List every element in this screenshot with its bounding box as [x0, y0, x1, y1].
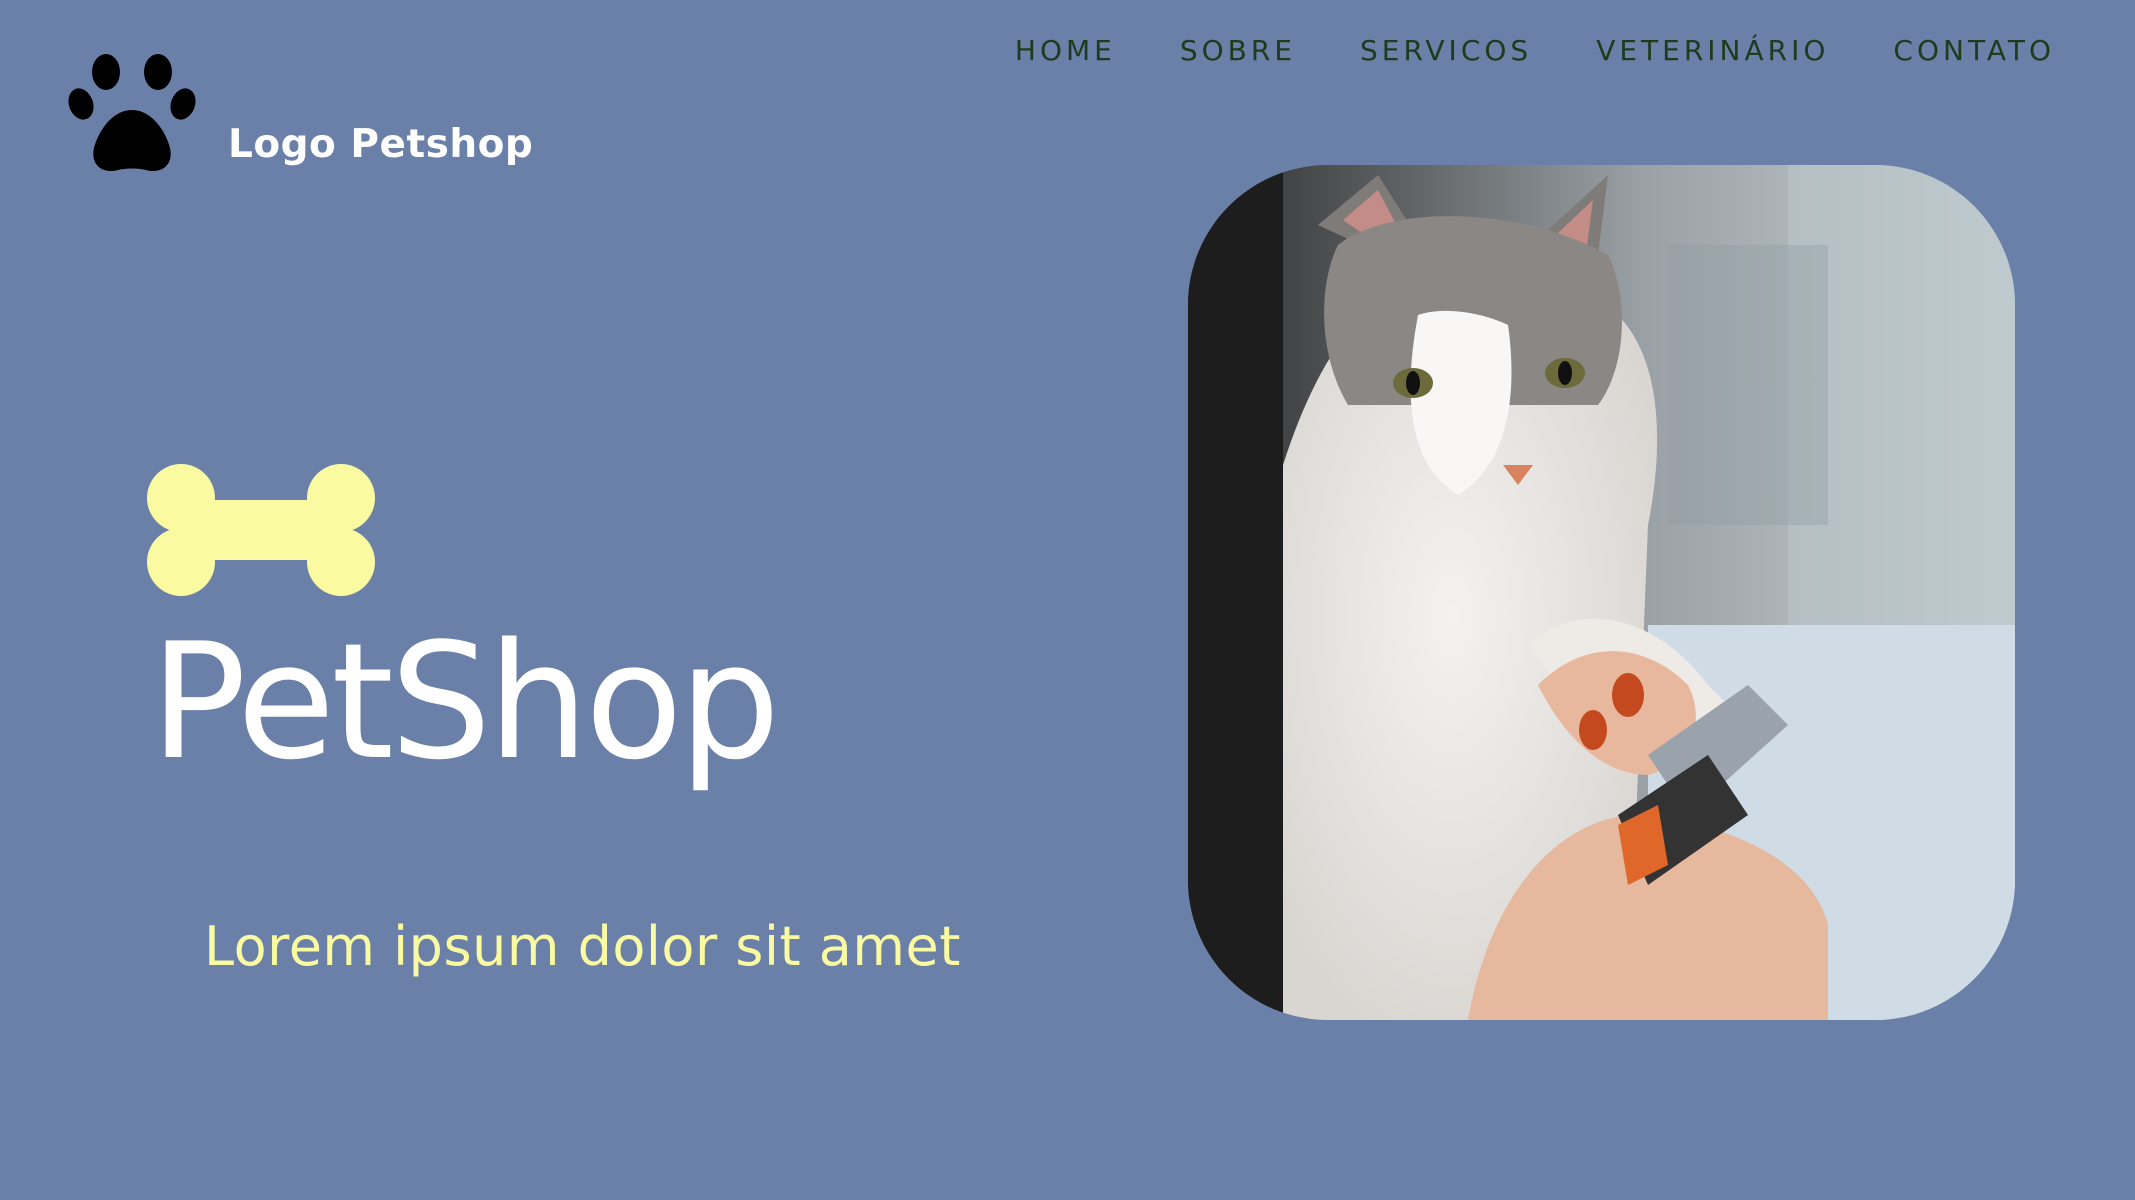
nav-veterinario[interactable]: VETERINÁRIO: [1596, 34, 1829, 67]
nav-home[interactable]: HOME: [1015, 34, 1116, 67]
nav-sobre[interactable]: SOBRE: [1180, 34, 1296, 67]
hero-subtitle: Lorem ipsum dolor sit amet: [204, 915, 961, 978]
paw-icon: [68, 54, 196, 172]
logo-text: Logo Petshop: [228, 122, 534, 167]
bone-icon: [147, 464, 375, 596]
cat-nail-trimming-photo: [1188, 165, 2015, 1020]
nav-servicos[interactable]: SERVICOS: [1360, 34, 1532, 67]
hero-title: PetShop: [150, 608, 780, 795]
logo[interactable]: [68, 50, 196, 175]
nav-contato[interactable]: CONTATO: [1893, 34, 2055, 67]
main-nav: HOME SOBRE SERVICOS VETERINÁRIO CONTATO: [1015, 34, 2055, 67]
